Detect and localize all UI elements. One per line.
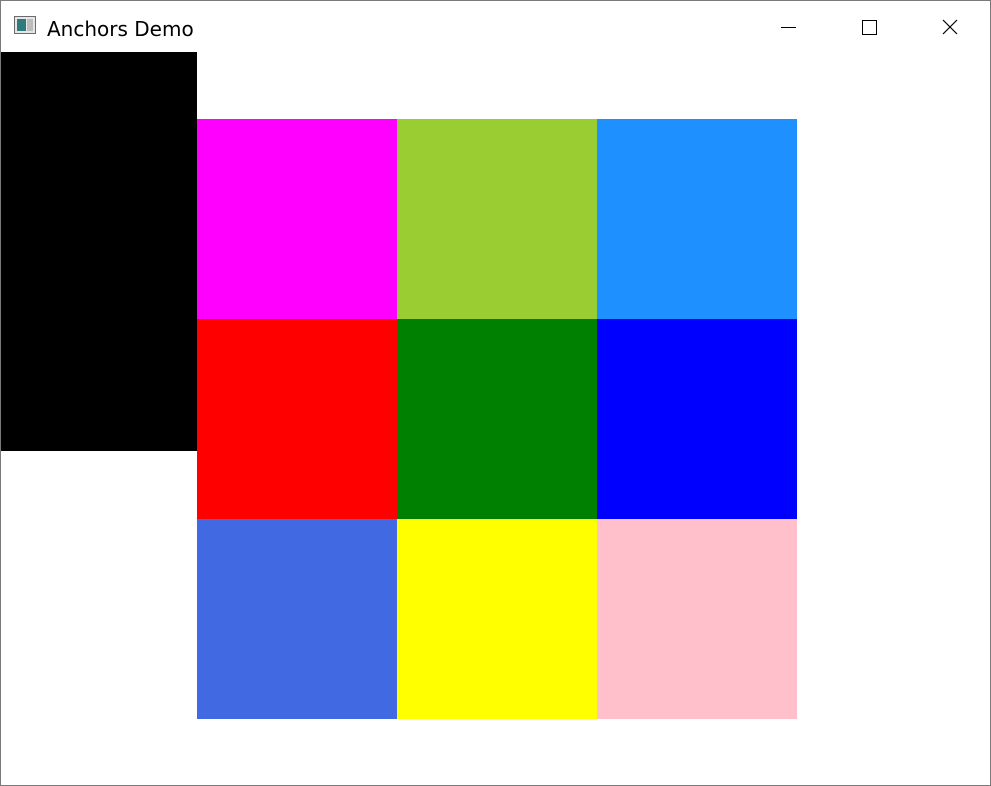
minimize-icon (781, 27, 796, 28)
close-icon (942, 19, 958, 35)
cell-green (397, 319, 597, 519)
cell-yellow (397, 519, 597, 719)
app-window: Anchors Demo (0, 0, 991, 786)
close-button[interactable] (910, 1, 990, 52)
cell-blue (597, 319, 797, 519)
title-bar[interactable]: Anchors Demo (1, 1, 990, 52)
app-window-icon[interactable] (14, 16, 36, 34)
cell-magenta (197, 119, 397, 319)
anchored-black-rectangle (1, 52, 197, 451)
maximize-icon (862, 20, 877, 35)
color-grid (197, 119, 797, 719)
client-area (1, 52, 990, 785)
cell-pink (597, 519, 797, 719)
window-title: Anchors Demo (47, 17, 194, 41)
cell-red (197, 319, 397, 519)
maximize-button[interactable] (829, 1, 909, 52)
cell-yellowgreen (397, 119, 597, 319)
cell-royalblue (197, 519, 397, 719)
cell-dodgerblue (597, 119, 797, 319)
minimize-button[interactable] (748, 1, 828, 52)
